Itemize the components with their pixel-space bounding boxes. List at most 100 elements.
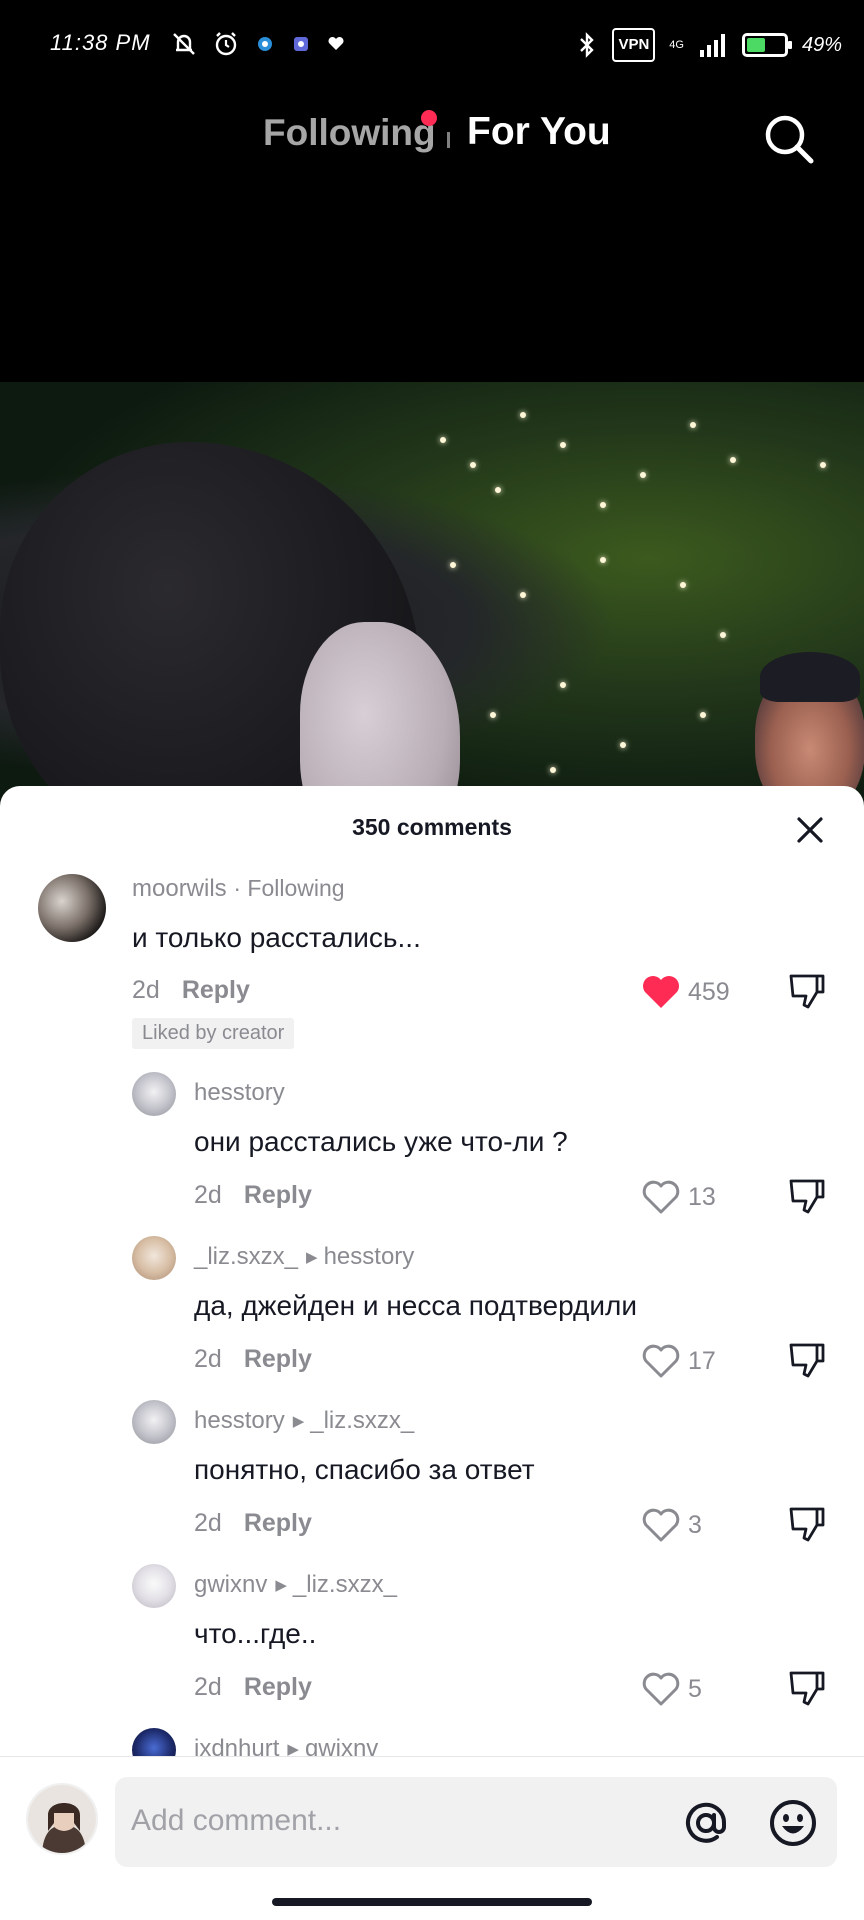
heart-notification-icon <box>328 36 344 50</box>
reply-age: 2d <box>194 1345 222 1373</box>
string-light <box>640 472 646 478</box>
app-notification-icon-2 <box>294 37 308 51</box>
string-light <box>520 412 526 418</box>
thumbs-down-icon[interactable] <box>786 1669 826 1709</box>
bell-muted-icon <box>173 33 195 55</box>
string-light <box>680 582 686 588</box>
status-bar: 11:38 PM VPN 4G 49% <box>0 0 864 96</box>
reply-meta: 2d Reply <box>194 1673 312 1702</box>
reply-username[interactable]: gwixnv ▶ _liz.sxzx_ <box>194 1571 397 1599</box>
avatar[interactable] <box>132 1072 176 1116</box>
reply-username[interactable]: hesstory <box>194 1079 285 1107</box>
heart-outline-icon[interactable] <box>640 1177 682 1217</box>
feed-tabs: Following For You <box>0 96 864 186</box>
reply-button[interactable]: Reply <box>244 1345 312 1373</box>
reply-button[interactable]: Reply <box>244 1673 312 1701</box>
at-icon[interactable] <box>680 1797 732 1849</box>
comment-composer <box>0 1756 864 1920</box>
following-tag: · Following <box>233 875 345 901</box>
video-background-hat <box>760 652 860 702</box>
my-avatar-image <box>28 1785 96 1853</box>
string-light <box>450 562 456 568</box>
like-count: 3 <box>688 1511 702 1539</box>
reply-arrow-icon: ▶ <box>292 1413 305 1430</box>
reply-button[interactable]: Reply <box>244 1181 312 1209</box>
string-light <box>730 457 736 463</box>
string-light <box>560 442 566 448</box>
avatar[interactable] <box>132 1400 176 1444</box>
avatar[interactable] <box>38 874 106 942</box>
reply-to-username: _liz.sxzx_ <box>292 1571 397 1598</box>
home-indicator[interactable] <box>272 1898 592 1906</box>
reply-button[interactable]: Reply <box>244 1509 312 1537</box>
tab-divider <box>447 132 450 148</box>
video-player[interactable] <box>0 382 864 822</box>
unread-dot <box>421 110 437 126</box>
search-icon[interactable] <box>762 112 816 166</box>
avatar[interactable] <box>132 1564 176 1608</box>
reply-meta: 2d Reply <box>194 1345 312 1374</box>
status-system-icons: VPN 4G 49% <box>576 28 842 62</box>
string-light <box>560 682 566 688</box>
tab-for-you[interactable]: For You <box>467 110 611 154</box>
comment-input-box[interactable] <box>115 1777 837 1867</box>
reply-username[interactable]: _liz.sxzx_ ▶ hesstory <box>194 1243 414 1271</box>
signal-icon <box>699 34 725 57</box>
battery-icon <box>741 33 792 57</box>
tab-following[interactable]: Following <box>263 112 436 154</box>
heart-filled-icon[interactable] <box>640 972 682 1012</box>
reply-age: 2d <box>194 1181 222 1209</box>
close-icon[interactable] <box>790 810 830 850</box>
bluetooth-icon <box>580 32 595 58</box>
string-light <box>690 422 696 428</box>
thumbs-down-icon[interactable] <box>786 1341 826 1381</box>
avatar[interactable] <box>132 1236 176 1280</box>
thumbs-down-icon[interactable] <box>786 972 826 1012</box>
reply-arrow-icon: ▶ <box>275 1577 287 1594</box>
string-light <box>700 712 706 718</box>
reply-age: 2d <box>194 1673 222 1701</box>
like-count: 13 <box>688 1183 716 1211</box>
comment-username[interactable]: moorwils · Following <box>132 875 345 903</box>
reply-text: что...где.. <box>194 1618 317 1649</box>
string-light <box>520 592 526 598</box>
like-count: 5 <box>688 1675 702 1703</box>
string-light <box>550 767 556 773</box>
thumbs-down-icon[interactable] <box>786 1177 826 1217</box>
reply-age: 2d <box>194 1509 222 1537</box>
vpn-indicator: VPN <box>612 28 656 62</box>
like-count: 17 <box>688 1347 716 1375</box>
alarm-icon <box>215 32 237 56</box>
string-light <box>620 742 626 748</box>
my-avatar[interactable] <box>26 1783 98 1855</box>
comments-count-title: 350 comments <box>352 814 512 840</box>
reply-text: они расстались уже что-ли ? <box>194 1126 568 1157</box>
comment-age: 2d <box>132 976 160 1004</box>
reply-to-username: _liz.sxzx_ <box>310 1407 415 1434</box>
thumbs-down-icon[interactable] <box>786 1505 826 1545</box>
string-light <box>440 437 446 443</box>
emoji-icon[interactable] <box>767 1797 819 1849</box>
heart-outline-icon[interactable] <box>640 1505 682 1545</box>
comment-text: и только расстались... <box>132 922 421 953</box>
status-time: 11:38 PM <box>50 30 151 55</box>
app-notification-icon <box>258 37 272 51</box>
reply-to-username: hesstory <box>323 1243 415 1270</box>
reply-text: да, джейден и несса подтвердили <box>194 1290 638 1321</box>
network-type: 4G <box>669 39 684 51</box>
string-light <box>490 712 496 718</box>
reply-text: понятно, спасибо за ответ <box>194 1454 535 1485</box>
status-notification-icons <box>170 30 346 58</box>
heart-outline-icon[interactable] <box>640 1341 682 1381</box>
battery-percent: 49% <box>801 34 842 56</box>
string-light <box>600 502 606 508</box>
reply-username[interactable]: hesstory ▶ _liz.sxzx_ <box>194 1407 414 1435</box>
string-light <box>470 462 476 468</box>
comment-meta: 2d Reply <box>132 976 250 1005</box>
string-light <box>720 632 726 638</box>
heart-outline-icon[interactable] <box>640 1669 682 1709</box>
reply-button[interactable]: Reply <box>182 976 250 1004</box>
like-count: 459 <box>688 978 730 1006</box>
comment-input[interactable] <box>131 1797 651 1845</box>
reply-meta: 2d Reply <box>194 1181 312 1210</box>
